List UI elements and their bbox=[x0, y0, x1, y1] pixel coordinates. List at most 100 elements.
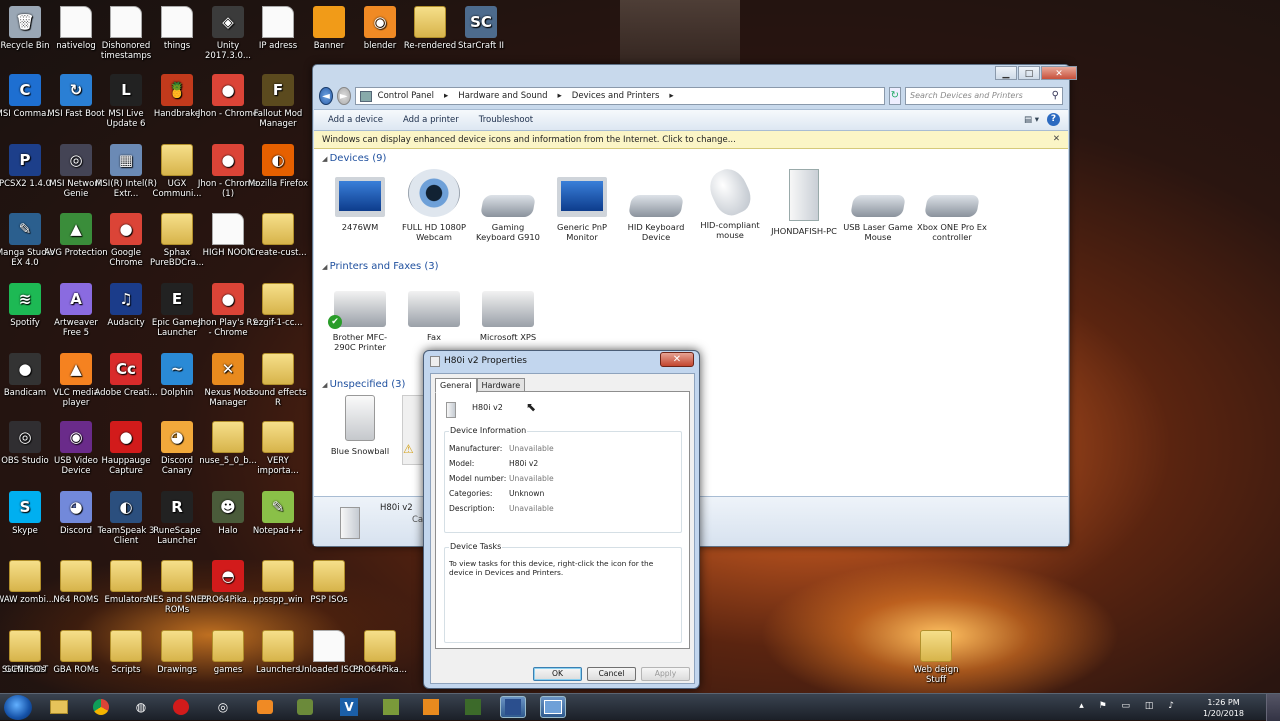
device-label: HID Keyboard Device bbox=[627, 222, 685, 242]
device-tile[interactable]: USB Laser Game Mouse bbox=[842, 169, 914, 242]
device-tile[interactable]: HID-compliant mouse bbox=[694, 163, 766, 240]
view-options-icon[interactable]: ▤ ▾ bbox=[1024, 115, 1039, 125]
device-label: Blue Snowball bbox=[330, 446, 390, 456]
show-desktop-button[interactable] bbox=[1266, 694, 1280, 721]
cancel-button[interactable]: Cancel bbox=[587, 667, 636, 681]
breadcrumb-hardware-and-sound[interactable]: Hardware and Sound bbox=[458, 91, 547, 101]
breadcrumb-devices-and-printers[interactable]: Devices and Printers bbox=[572, 91, 660, 101]
desktop-icon[interactable]: SC StarCraft II bbox=[449, 6, 513, 51]
device-tile[interactable]: JHONDAFISH-PC bbox=[768, 169, 840, 236]
help-icon[interactable]: ? bbox=[1047, 113, 1060, 126]
dialog-body: General Hardware H80i v2 ⬉ Device Inform… bbox=[430, 373, 695, 684]
desktop-icon[interactable]: PSP ISOs bbox=[297, 560, 361, 605]
device-tile[interactable]: Generic PnP Monitor bbox=[546, 169, 618, 242]
device-tile[interactable]: Gaming Keyboard G910 bbox=[472, 169, 544, 242]
taskbar: ◍ ◎ V ▴ ⚑ ▭ ◫ ♪ 1:26 PM 1/20/2018 bbox=[0, 693, 1280, 721]
troubleshoot-button[interactable]: Troubleshoot bbox=[479, 115, 533, 125]
maximize-button[interactable]: □ bbox=[1018, 66, 1040, 80]
taskbar-minecraft-icon[interactable] bbox=[378, 696, 404, 718]
device-info-row: Model: H80i v2 bbox=[449, 459, 538, 468]
desktop-icon-image bbox=[9, 630, 41, 662]
device-tile[interactable]: Xbox ONE Pro Ex controller bbox=[916, 169, 988, 242]
group-title: Printers and Faxes bbox=[329, 261, 422, 272]
desktop-icon[interactable]: VERY importa... bbox=[246, 421, 310, 476]
device-tile[interactable]: HID Keyboard Device bbox=[620, 169, 692, 242]
taskbar-visual-studio-icon[interactable]: V bbox=[336, 696, 362, 718]
device-info-value: Unavailable bbox=[509, 444, 554, 453]
refresh-button[interactable]: ↻ bbox=[888, 87, 901, 105]
device-tile[interactable]: FULL HD 1080P Webcam bbox=[398, 169, 470, 242]
device-tile[interactable]: 2476WM bbox=[324, 169, 396, 232]
taskbar-photo-icon[interactable] bbox=[418, 696, 444, 718]
search-icon[interactable]: ⚲ bbox=[1052, 90, 1059, 101]
taskbar-steam-icon[interactable]: ◍ bbox=[128, 696, 154, 718]
desktop-icon[interactable]: ezgif-1-cc... bbox=[246, 283, 310, 328]
apply-button[interactable]: Apply bbox=[641, 667, 690, 681]
desktop-icon[interactable]: PRO64Pika... bbox=[348, 630, 412, 675]
info-bar[interactable]: Windows can display enhanced device icon… bbox=[314, 131, 1068, 149]
desktop-icon[interactable]: Create-cust... bbox=[246, 213, 310, 258]
taskbar-control-panel-icon[interactable] bbox=[540, 696, 566, 718]
desktop-icon-image bbox=[60, 6, 92, 38]
desktop-icon[interactable]: Web deign Stuff bbox=[904, 630, 968, 685]
printer-tile[interactable]: Brother MFC-290C Printer ✔ bbox=[324, 277, 396, 352]
desktop-icon-image bbox=[161, 213, 193, 245]
info-bar-text[interactable]: Windows can display enhanced device icon… bbox=[322, 135, 736, 145]
group-unspecified-header[interactable]: Unspecified (3) bbox=[322, 379, 406, 390]
ok-button[interactable]: OK bbox=[533, 667, 582, 681]
group-printers-header[interactable]: Printers and Faxes (3) bbox=[322, 261, 439, 272]
clock[interactable]: 1:26 PM 1/20/2018 bbox=[1203, 697, 1244, 719]
device-label: FULL HD 1080P Webcam bbox=[401, 222, 467, 242]
desktop-icon[interactable]: GCN ISOs bbox=[0, 630, 57, 675]
desktop-icon-label: PRO64Pika... bbox=[353, 665, 407, 675]
breadcrumb-control-panel[interactable]: Control Panel bbox=[378, 91, 434, 101]
taskbar-game-icon[interactable] bbox=[292, 696, 318, 718]
desktop-icon-label: Fallout Mod Manager bbox=[253, 109, 303, 129]
taskbar-bandicam-icon[interactable] bbox=[168, 696, 194, 718]
search-input[interactable]: Search Devices and Printers ⚲ bbox=[905, 87, 1063, 105]
taskbar-chrome-icon[interactable] bbox=[88, 696, 114, 718]
desktop-icon-image: ▦ bbox=[110, 144, 142, 176]
desktop-icon-image: ◐ bbox=[110, 491, 142, 523]
device-label: Microsoft XPS bbox=[479, 332, 537, 342]
forward-button[interactable]: ► bbox=[336, 87, 351, 105]
monitor-icon bbox=[557, 177, 607, 217]
desktop-icon-image: 🗑 bbox=[9, 6, 41, 38]
desktop-icon[interactable]: ✎ Notepad++ bbox=[246, 491, 310, 536]
printer-tile[interactable]: Microsoft XPS bbox=[472, 277, 544, 342]
group-devices-header[interactable]: Devices (9) bbox=[322, 153, 387, 164]
taskbar-explorer-icon[interactable] bbox=[46, 696, 72, 718]
device-label: JHONDAFISH-PC bbox=[771, 226, 837, 236]
taskbar-blue-app-icon[interactable] bbox=[500, 696, 526, 718]
start-button[interactable] bbox=[4, 695, 32, 720]
group-title: Unspecified bbox=[329, 379, 389, 390]
desktop-icon[interactable]: sound effects R bbox=[246, 353, 310, 408]
info-bar-close-icon[interactable]: ✕ bbox=[1053, 134, 1060, 144]
desktop-icon-image bbox=[110, 630, 142, 662]
device-label: 2476WM bbox=[341, 222, 379, 232]
details-device-icon bbox=[340, 507, 360, 539]
dialog-close-button[interactable]: ✕ bbox=[660, 352, 694, 367]
desktop-icon-image: 🍍 bbox=[161, 74, 193, 106]
desktop-icon-image bbox=[161, 560, 193, 592]
add-printer-button[interactable]: Add a printer bbox=[403, 115, 459, 125]
breadcrumb[interactable]: Control Panel ▸ Hardware and Sound ▸ Devic… bbox=[354, 87, 885, 105]
breadcrumb-separator: ▸ bbox=[444, 91, 449, 101]
desktop-icon-image bbox=[262, 213, 294, 245]
minimize-button[interactable]: ▁ bbox=[995, 66, 1017, 80]
desktop-icon-image: L bbox=[110, 74, 142, 106]
close-button[interactable]: ✕ bbox=[1041, 66, 1077, 80]
taskbar-app-icon[interactable] bbox=[252, 696, 278, 718]
system-tray-icons[interactable]: ▴ ⚑ ▭ ◫ ♪ bbox=[1079, 701, 1180, 711]
device-tasks-legend: Device Tasks bbox=[449, 542, 503, 551]
add-device-button[interactable]: Add a device bbox=[328, 115, 383, 125]
back-button[interactable]: ◄ bbox=[319, 87, 333, 105]
breadcrumb-separator: ▸ bbox=[557, 91, 562, 101]
taskbar-block-icon[interactable] bbox=[460, 696, 486, 718]
unspecified-device-tile[interactable]: Blue Snowball bbox=[324, 395, 396, 456]
desktop-icon[interactable]: F Fallout Mod Manager bbox=[246, 74, 310, 129]
printer-tile[interactable]: Fax bbox=[398, 277, 470, 342]
taskbar-obs-icon[interactable]: ◎ bbox=[210, 696, 236, 718]
desktop-icon[interactable]: ◐ Mozilla Firefox bbox=[246, 144, 310, 189]
tab-general[interactable]: General bbox=[435, 378, 477, 393]
